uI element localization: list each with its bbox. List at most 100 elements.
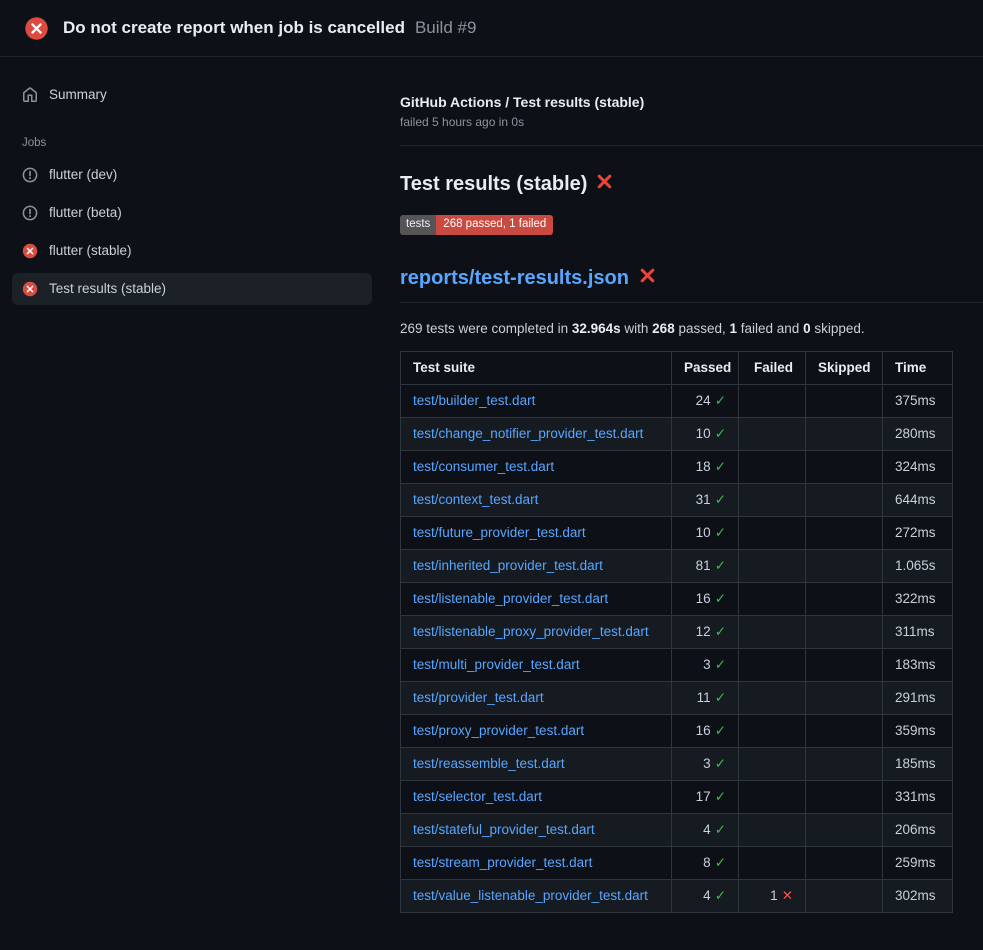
table-row: test/multi_provider_test.dart 3✓ 183ms xyxy=(401,648,953,681)
suite-cell: test/builder_test.dart xyxy=(401,384,672,417)
sidebar-item-summary[interactable]: Summary xyxy=(12,79,372,111)
suite-link[interactable]: test/selector_test.dart xyxy=(413,788,659,806)
skipped-cell xyxy=(806,879,883,912)
failed-cell xyxy=(739,549,806,582)
badge-label: tests xyxy=(400,215,436,235)
passed-cell: 12✓ xyxy=(672,615,739,648)
suite-link[interactable]: test/future_provider_test.dart xyxy=(413,524,659,542)
results-table: Test suite Passed Failed Skipped Time te… xyxy=(400,351,953,913)
suite-cell: test/change_notifier_provider_test.dart xyxy=(401,417,672,450)
failed-cell: 1✕ xyxy=(739,879,806,912)
skipped-cell xyxy=(806,780,883,813)
suite-link[interactable]: test/change_notifier_provider_test.dart xyxy=(413,425,659,443)
suite-cell: test/listenable_proxy_provider_test.dart xyxy=(401,615,672,648)
report-link[interactable]: reports/test-results.json xyxy=(400,267,629,290)
time-cell: 375ms xyxy=(883,384,953,417)
suite-cell: test/proxy_provider_test.dart xyxy=(401,714,672,747)
passed-cell: 10✓ xyxy=(672,516,739,549)
time-cell: 1.065s xyxy=(883,549,953,582)
suite-cell: test/selector_test.dart xyxy=(401,780,672,813)
time-cell: 324ms xyxy=(883,450,953,483)
time-cell: 206ms xyxy=(883,813,953,846)
table-row: test/provider_test.dart 11✓ 291ms xyxy=(401,681,953,714)
passed-cell: 18✓ xyxy=(672,450,739,483)
report-heading: reports/test-results.json xyxy=(400,267,983,303)
breadcrumb: GitHub Actions / Test results (stable) xyxy=(400,94,983,110)
suite-link[interactable]: test/listenable_provider_test.dart xyxy=(413,590,659,608)
skipped-cell xyxy=(806,483,883,516)
col-header-failed: Failed xyxy=(739,351,806,384)
divider xyxy=(400,145,983,146)
home-icon xyxy=(22,87,38,103)
passed-cell: 16✓ xyxy=(672,714,739,747)
check-icon: ✓ xyxy=(715,458,726,476)
suite-cell: test/multi_provider_test.dart xyxy=(401,648,672,681)
sidebar-item-label: flutter (dev) xyxy=(49,167,117,183)
table-row: test/reassemble_test.dart 3✓ 185ms xyxy=(401,747,953,780)
failed-cell xyxy=(739,516,806,549)
time-cell: 183ms xyxy=(883,648,953,681)
passed-cell: 3✓ xyxy=(672,648,739,681)
suite-link[interactable]: test/builder_test.dart xyxy=(413,392,659,410)
sidebar-item-flutter-beta[interactable]: flutter (beta) xyxy=(12,197,372,229)
suite-cell: test/stream_provider_test.dart xyxy=(401,846,672,879)
fail-status-icon xyxy=(22,281,38,297)
time-cell: 302ms xyxy=(883,879,953,912)
suite-link[interactable]: test/stream_provider_test.dart xyxy=(413,854,659,872)
passed-cell: 8✓ xyxy=(672,846,739,879)
suite-link[interactable]: test/value_listenable_provider_test.dart xyxy=(413,887,659,905)
suite-link[interactable]: test/provider_test.dart xyxy=(413,689,659,707)
check-icon: ✓ xyxy=(715,425,726,443)
sidebar-item-label: Summary xyxy=(49,87,107,103)
suite-link[interactable]: test/inherited_provider_test.dart xyxy=(413,557,659,575)
suite-link[interactable]: test/reassemble_test.dart xyxy=(413,755,659,773)
suite-link[interactable]: test/context_test.dart xyxy=(413,491,659,509)
time-cell: 359ms xyxy=(883,714,953,747)
skipped-cell xyxy=(806,846,883,879)
check-icon: ✓ xyxy=(715,623,726,641)
suite-link[interactable]: test/proxy_provider_test.dart xyxy=(413,722,659,740)
suite-link[interactable]: test/listenable_proxy_provider_test.dart xyxy=(413,623,659,641)
time-cell: 322ms xyxy=(883,582,953,615)
check-icon: ✓ xyxy=(715,722,726,740)
sidebar-item-test-results-stable[interactable]: Test results (stable) xyxy=(12,273,372,305)
fail-status-icon xyxy=(24,16,49,41)
passed-cell: 17✓ xyxy=(672,780,739,813)
page-title: Do not create report when job is cancell… xyxy=(63,18,405,38)
passed-cell: 16✓ xyxy=(672,582,739,615)
col-header-test-suite: Test suite xyxy=(401,351,672,384)
suite-link[interactable]: test/multi_provider_test.dart xyxy=(413,656,659,674)
build-number: Build #9 xyxy=(415,18,476,38)
check-icon: ✓ xyxy=(715,755,726,773)
failed-cell xyxy=(739,681,806,714)
results-table-body: test/builder_test.dart 24✓ 375ms test/ch… xyxy=(401,384,953,912)
passed-cell: 3✓ xyxy=(672,747,739,780)
check-icon: ✓ xyxy=(715,590,726,608)
suite-link[interactable]: test/consumer_test.dart xyxy=(413,458,659,476)
sidebar-item-flutter-dev[interactable]: flutter (dev) xyxy=(12,159,372,191)
table-row: test/proxy_provider_test.dart 16✓ 359ms xyxy=(401,714,953,747)
main-content: GitHub Actions / Test results (stable) f… xyxy=(384,57,983,913)
failed-cell xyxy=(739,417,806,450)
skipped-cell xyxy=(806,615,883,648)
table-header-row: Test suite Passed Failed Skipped Time xyxy=(401,351,953,384)
sidebar: Summary Jobs flutter (dev) flutter (beta… xyxy=(0,57,384,327)
tests-badge: tests 268 passed, 1 failed xyxy=(400,215,553,235)
fail-x-icon xyxy=(639,267,656,290)
failed-cell xyxy=(739,384,806,417)
passed-cell: 4✓ xyxy=(672,879,739,912)
time-cell: 259ms xyxy=(883,846,953,879)
skipped-cell xyxy=(806,582,883,615)
failed-cell xyxy=(739,747,806,780)
sidebar-item-label: flutter (beta) xyxy=(49,205,122,221)
section-heading: Test results (stable) xyxy=(400,173,983,196)
table-row: test/inherited_provider_test.dart 81✓ 1.… xyxy=(401,549,953,582)
time-cell: 185ms xyxy=(883,747,953,780)
neutral-status-icon xyxy=(22,167,38,183)
failed-cell xyxy=(739,483,806,516)
table-row: test/selector_test.dart 17✓ 331ms xyxy=(401,780,953,813)
suite-link[interactable]: test/stateful_provider_test.dart xyxy=(413,821,659,839)
table-row: test/future_provider_test.dart 10✓ 272ms xyxy=(401,516,953,549)
time-cell: 272ms xyxy=(883,516,953,549)
sidebar-item-flutter-stable[interactable]: flutter (stable) xyxy=(12,235,372,267)
